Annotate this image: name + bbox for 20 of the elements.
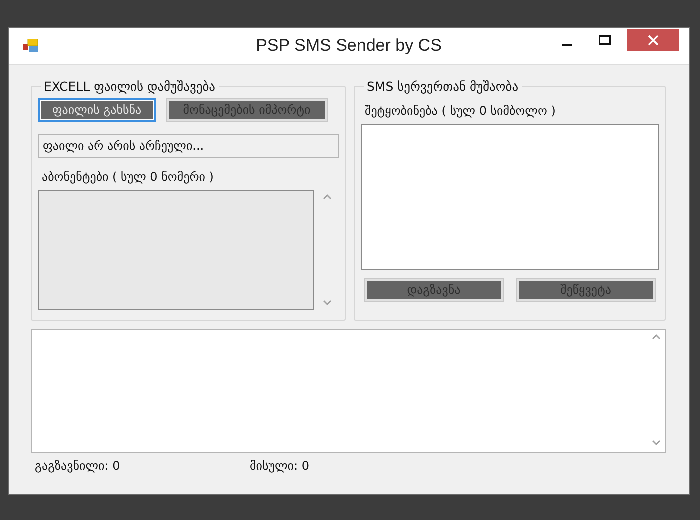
minimize-icon: [562, 44, 572, 46]
window-title: PSP SMS Sender by CS: [256, 36, 442, 56]
status-text: მისული: 0: [250, 459, 310, 473]
message-label: შეტყობინება ( სულ 0 სიმბოლო ): [365, 104, 557, 118]
close-button[interactable]: [627, 29, 679, 51]
message-field[interactable]: [361, 124, 659, 270]
open-file-button[interactable]: ფაილის გახსნა: [38, 98, 156, 122]
status-text: გაგზავნილი: 0: [35, 459, 122, 473]
scroll-down-icon[interactable]: [652, 440, 660, 446]
scroll-up-icon[interactable]: [652, 334, 660, 340]
file-status-field: ფაილი არ არის არჩეული...: [38, 134, 339, 158]
scroll-down-icon[interactable]: [322, 300, 332, 306]
subscribers-label: აბონენტები ( სულ 0 ნომერი ): [42, 170, 215, 184]
group-title: EXCELL ფაილის დამუშავება: [43, 79, 217, 94]
subscribers-list[interactable]: [38, 190, 314, 310]
scroll-up-icon[interactable]: [322, 194, 332, 200]
maximize-icon: [599, 35, 611, 45]
group-title: SMS სერვერთან მუშაობა: [366, 79, 520, 94]
app-icon: [23, 39, 39, 53]
close-icon: [648, 34, 658, 46]
